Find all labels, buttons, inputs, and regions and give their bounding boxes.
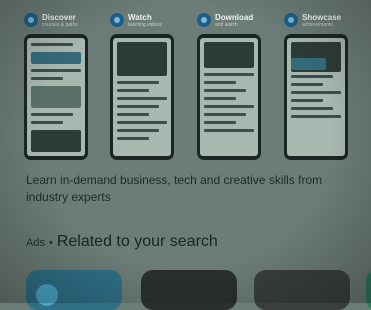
app-description: Learn in-demand business, tech and creat… <box>26 173 323 204</box>
phone-screenshot <box>24 34 88 160</box>
related-app-card[interactable] <box>366 270 371 310</box>
screenshot-carousel[interactable]: Discover courses & paths Watch learning … <box>24 8 370 168</box>
card-title: Watch <box>128 12 152 22</box>
ads-section-header: Ads • Related to your search <box>26 233 218 251</box>
screenshot-card-discover[interactable]: Discover courses & paths <box>24 8 102 168</box>
app-logo-icon <box>284 13 298 27</box>
phone-screenshot <box>197 34 261 160</box>
card-header: Showcase achievements <box>284 8 362 32</box>
card-title: Download <box>215 12 254 22</box>
ads-label: Ads <box>26 237 45 249</box>
card-title: Showcase <box>302 12 342 22</box>
related-apps-row[interactable] <box>26 270 371 310</box>
separator-dot: • <box>48 237 53 249</box>
related-app-card[interactable] <box>26 270 122 310</box>
app-logo-icon <box>197 13 211 27</box>
app-logo-icon <box>110 13 124 27</box>
phone-screenshot <box>284 34 348 160</box>
card-subtitle: learning videos <box>128 21 162 28</box>
related-app-card[interactable] <box>141 270 237 310</box>
app-logo-icon <box>24 13 38 27</box>
phone-screenshot <box>110 34 174 160</box>
card-title: Discover <box>42 12 76 22</box>
card-subtitle: achievements <box>302 21 333 28</box>
screenshot-card-watch[interactable]: Watch learning videos <box>110 8 188 168</box>
screenshot-card-showcase[interactable]: Showcase achievements <box>284 8 362 168</box>
card-header: Discover courses & paths <box>24 8 102 32</box>
card-subtitle: courses & paths <box>42 21 78 28</box>
card-subtitle: and watch <box>215 21 238 28</box>
section-title: Related to your search <box>56 233 218 250</box>
card-header: Download and watch <box>197 8 275 32</box>
card-header: Watch learning videos <box>110 8 188 32</box>
related-app-card[interactable] <box>254 270 350 310</box>
screenshot-card-download[interactable]: Download and watch <box>197 8 275 168</box>
